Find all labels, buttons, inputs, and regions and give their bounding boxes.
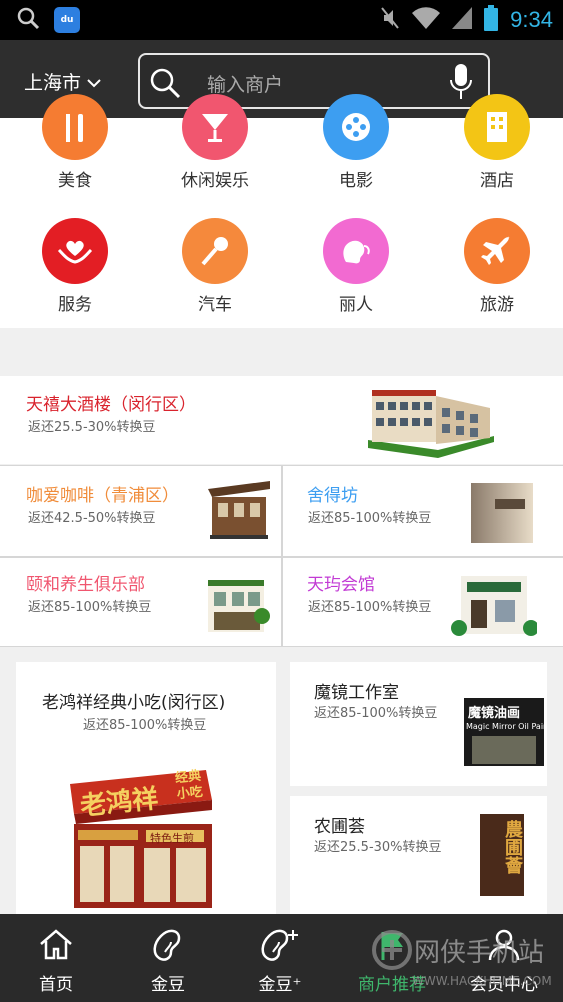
club-house-photo bbox=[451, 570, 539, 644]
battery-icon bbox=[484, 5, 499, 35]
category-label: 电影 bbox=[339, 171, 373, 191]
merchant-rebate: 返还85-100%转换豆 bbox=[308, 511, 432, 526]
woman-face-icon bbox=[323, 218, 389, 284]
bean-icon bbox=[151, 928, 185, 966]
merchant-card[interactable]: 咖爱咖啡（青浦区） 返还42.5-50%转换豆 bbox=[0, 465, 281, 556]
city-selector[interactable]: 上海市 bbox=[24, 68, 101, 95]
building-icon bbox=[464, 94, 530, 160]
category-service[interactable]: 服务 bbox=[5, 218, 145, 315]
heart-hands-icon bbox=[42, 218, 108, 284]
baidu-app-icon: du bbox=[54, 7, 80, 33]
cocktail-icon bbox=[182, 94, 248, 160]
category-label: 丽人 bbox=[339, 295, 373, 315]
studio-sign-en: Magic Mirror Oil Painting bbox=[466, 722, 544, 731]
restaurant-sign-photo: 農圃薈 bbox=[480, 814, 524, 896]
category-hotel[interactable]: 酒店 bbox=[427, 94, 563, 191]
nav-home[interactable]: 首页 bbox=[0, 914, 112, 1002]
category-movie[interactable]: 电影 bbox=[286, 94, 426, 191]
merchant-name: 天玙会馆 bbox=[307, 575, 375, 595]
merchant-name: 农圃荟 bbox=[314, 817, 365, 837]
category-label: 酒店 bbox=[480, 171, 514, 191]
shop-sign-side: 经典 小吃 bbox=[174, 768, 204, 803]
nav-gold-bean-plus[interactable]: 金豆⁺ bbox=[224, 914, 336, 1002]
merchant-rebate: 返还42.5-50%转换豆 bbox=[28, 511, 156, 526]
merchant-rebate: 返还85-100%转换豆 bbox=[83, 718, 207, 733]
microphone-icon bbox=[182, 218, 248, 284]
club-photo bbox=[204, 572, 270, 642]
featured-merchant[interactable]: 天禧大酒楼（闵行区） 返还25.5-30%转换豆 bbox=[0, 376, 563, 464]
merchant-name: 老鸿祥经典小吃(闵行区) bbox=[42, 693, 226, 713]
merchant-rebate: 返还85-100%转换豆 bbox=[308, 600, 432, 615]
nav-label: 金豆⁺ bbox=[258, 975, 302, 995]
category-beauty[interactable]: 丽人 bbox=[286, 218, 426, 315]
merchant-name: 舍得坊 bbox=[307, 486, 358, 506]
merchant-card[interactable]: 舍得坊 返还85-100%转换豆 bbox=[283, 465, 563, 556]
wifi-icon bbox=[412, 7, 441, 33]
restaurant-photo bbox=[368, 386, 494, 462]
film-reel-icon bbox=[323, 94, 389, 160]
studio-photo: 魔镜油画 Magic Mirror Oil Painting bbox=[464, 698, 544, 766]
category-grid: 美食 休闲娱乐 电影 酒店 服务 汽车 丽人 旅游 bbox=[0, 94, 563, 328]
airplane-icon bbox=[464, 218, 530, 284]
mute-icon bbox=[380, 6, 400, 34]
merchant-card[interactable]: 颐和养生俱乐部 返还85-100%转换豆 bbox=[0, 558, 281, 646]
city-label: 上海市 bbox=[24, 72, 82, 94]
app-root: du 9:34 上海市 输入商户 美食 休闲娱乐 电影 酒店 服务 汽车 丽人 … bbox=[0, 0, 563, 1002]
status-bar: du 9:34 bbox=[0, 0, 563, 40]
category-label: 休闲娱乐 bbox=[181, 171, 249, 191]
merchant-rebate: 返还85-100%转换豆 bbox=[314, 706, 438, 721]
home-icon bbox=[39, 928, 73, 964]
watermark-text: 网侠手机站 bbox=[414, 938, 545, 968]
watermark-logo-icon bbox=[372, 930, 412, 974]
merchant-side-card[interactable]: 农圃荟 返还25.5-30%转换豆 農圃薈 bbox=[290, 796, 547, 914]
merchant-grid: 咖爱咖啡（青浦区） 返还42.5-50%转换豆 舍得坊 返还85-100%转换豆… bbox=[0, 465, 563, 647]
merchant-name: 天禧大酒楼（闵行区） bbox=[26, 395, 196, 415]
restaurant-sign: 農圃薈 bbox=[502, 820, 523, 874]
search-placeholder: 输入商户 bbox=[207, 74, 284, 96]
watermark: 网侠手机站 WWW.HACKHOME.COM bbox=[372, 926, 562, 996]
nav-label: 首页 bbox=[39, 975, 73, 995]
merchant-rebate: 返还25.5-30%转换豆 bbox=[314, 840, 442, 855]
bean-plus-icon bbox=[259, 928, 301, 966]
shop-photo bbox=[469, 481, 535, 549]
merchant-card[interactable]: 天玙会馆 返还85-100%转换豆 bbox=[283, 558, 563, 646]
search-icon bbox=[16, 6, 40, 34]
merchant-side-card[interactable]: 魔镜工作室 返还85-100%转换豆 魔镜油画 Magic Mirror Oil… bbox=[290, 662, 547, 786]
cafe-photo bbox=[206, 477, 272, 547]
category-label: 服务 bbox=[58, 295, 92, 315]
fork-knife-icon bbox=[42, 94, 108, 160]
category-car[interactable]: 汽车 bbox=[145, 218, 285, 315]
merchant-name: 咖爱咖啡（青浦区） bbox=[26, 486, 179, 506]
category-label: 美食 bbox=[58, 171, 92, 191]
merchant-name: 颐和养生俱乐部 bbox=[26, 575, 145, 595]
merchant-rebate: 返还85-100%转换豆 bbox=[28, 600, 152, 615]
clock-time: 9:34 bbox=[510, 7, 553, 32]
category-label: 旅游 bbox=[480, 295, 514, 315]
category-food[interactable]: 美食 bbox=[5, 94, 145, 191]
chevron-down-icon bbox=[87, 71, 101, 93]
merchant-name: 魔镜工作室 bbox=[314, 683, 399, 703]
nav-label: 金豆 bbox=[151, 975, 185, 995]
signal-icon bbox=[452, 7, 473, 33]
category-leisure[interactable]: 休闲娱乐 bbox=[145, 94, 285, 191]
watermark-url: WWW.HACKHOME.COM bbox=[412, 974, 552, 988]
merchant-rebate: 返还25.5-30%转换豆 bbox=[28, 420, 156, 435]
category-label: 汽车 bbox=[198, 295, 232, 315]
shop-sign-sub: 特色生煎 bbox=[150, 832, 194, 845]
studio-sign: 魔镜油画 bbox=[468, 706, 521, 721]
nav-gold-bean[interactable]: 金豆 bbox=[112, 914, 224, 1002]
category-travel[interactable]: 旅游 bbox=[427, 218, 563, 315]
merchant-big-card[interactable]: 老鸿祥经典小吃(闵行区) 返还85-100%转换豆 老鸿祥 经典 小吃 特色生煎 bbox=[16, 662, 276, 914]
